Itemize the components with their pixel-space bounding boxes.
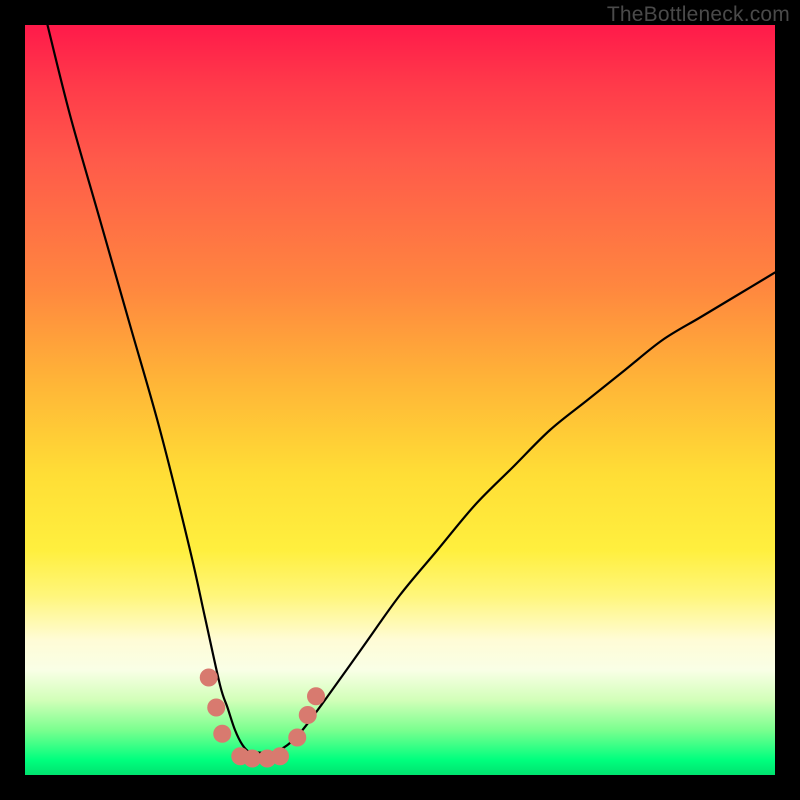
chart-frame: TheBottleneck.com	[0, 0, 800, 800]
chart-gradient-background	[25, 25, 775, 775]
watermark-text: TheBottleneck.com	[607, 3, 790, 27]
